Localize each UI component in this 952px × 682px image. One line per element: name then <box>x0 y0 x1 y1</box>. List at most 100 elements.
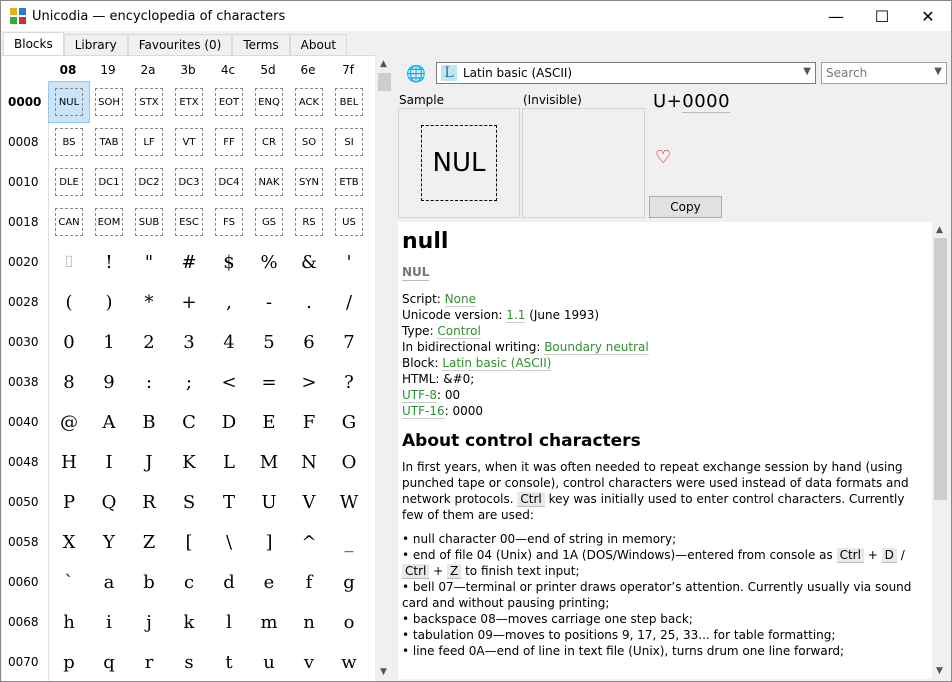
char-cell[interactable]: 2 <box>129 322 169 362</box>
char-cell[interactable]: \ <box>209 522 249 562</box>
char-cell[interactable]: EOT <box>209 82 249 122</box>
char-cell[interactable]: SYN <box>289 162 329 202</box>
char-cell[interactable]: ^ <box>289 522 329 562</box>
char-cell[interactable]: SO <box>289 122 329 162</box>
char-cell[interactable]: 1 <box>89 322 129 362</box>
char-cell[interactable]: . <box>289 282 329 322</box>
block-link[interactable]: Latin basic (ASCII) <box>442 356 552 371</box>
char-cell[interactable]: LF <box>129 122 169 162</box>
char-cell[interactable]: / <box>329 282 369 322</box>
char-cell[interactable]: ' <box>329 242 369 282</box>
char-cell[interactable]: 0 <box>49 322 89 362</box>
char-cell[interactable]: l <box>209 602 249 642</box>
char-cell[interactable]: 9 <box>89 362 129 402</box>
search-combobox[interactable]: Search ▼ <box>821 62 947 84</box>
char-cell[interactable]: FF <box>209 122 249 162</box>
char-cell[interactable]: @ <box>49 402 89 442</box>
tab-blocks[interactable]: Blocks <box>3 32 64 55</box>
char-cell[interactable]: w <box>329 642 369 681</box>
char-cell[interactable]: A <box>89 402 129 442</box>
char-cell[interactable]: W <box>329 482 369 522</box>
char-cell[interactable]: [ <box>169 522 209 562</box>
scroll-thumb[interactable] <box>378 73 391 91</box>
char-cell[interactable]: s <box>169 642 209 681</box>
language-globe-icon[interactable]: 🌐 <box>406 64 426 84</box>
char-cell[interactable]: ETX <box>169 82 209 122</box>
char-cell[interactable]: n <box>289 602 329 642</box>
char-cell[interactable]: D <box>209 402 249 442</box>
search-input[interactable]: Search <box>826 66 867 80</box>
char-cell[interactable]: NAK <box>249 162 289 202</box>
char-cell[interactable]: VT <box>169 122 209 162</box>
char-cell[interactable]: X <box>49 522 89 562</box>
scroll-down-icon[interactable]: ▼ <box>380 667 387 677</box>
char-cell[interactable]: + <box>169 282 209 322</box>
version-link[interactable]: 1.1 <box>506 308 526 323</box>
char-cell[interactable]: DC3 <box>169 162 209 202</box>
char-cell[interactable]: 8 <box>49 362 89 402</box>
char-cell[interactable]: E <box>249 402 289 442</box>
char-cell[interactable]: US <box>329 202 369 242</box>
char-cell[interactable]: 5 <box>249 322 289 362</box>
char-cell[interactable]: EOM <box>89 202 129 242</box>
char-cell[interactable]: > <box>289 362 329 402</box>
char-cell[interactable]: q <box>89 642 129 681</box>
char-cell[interactable]: C <box>169 402 209 442</box>
char-cell[interactable]: K <box>169 442 209 482</box>
block-select[interactable]: L Latin basic (ASCII) ▼ <box>436 62 816 84</box>
char-cell[interactable]: v <box>289 642 329 681</box>
char-cell[interactable]: T <box>209 482 249 522</box>
char-cell[interactable]: RS <box>289 202 329 242</box>
tab-favourites[interactable]: Favourites (0) <box>127 34 233 55</box>
char-cell[interactable]: DC1 <box>89 162 129 202</box>
char-cell[interactable]: 6 <box>289 322 329 362</box>
scroll-up-icon[interactable]: ▲ <box>936 225 943 235</box>
info-scrollbar[interactable]: ▲ ▼ <box>932 222 949 679</box>
maximize-button[interactable]: ☐ <box>859 1 905 31</box>
char-cell[interactable]: NUL <box>48 81 90 123</box>
char-cell[interactable]: j <box>129 602 169 642</box>
char-cell[interactable]: FS <box>209 202 249 242</box>
char-cell[interactable]: N <box>289 442 329 482</box>
char-cell[interactable]: a <box>89 562 129 602</box>
char-cell[interactable]: m <box>249 602 289 642</box>
tab-about[interactable]: About <box>289 34 348 55</box>
char-cell[interactable]: $ <box>209 242 249 282</box>
char-cell[interactable]: p <box>49 642 89 681</box>
char-cell[interactable]: ; <box>169 362 209 402</box>
bidi-link[interactable]: Boundary neutral <box>544 340 649 355</box>
char-cell[interactable]: d <box>209 562 249 602</box>
char-cell[interactable]: ESC <box>169 202 209 242</box>
char-cell[interactable]: STX <box>129 82 169 122</box>
char-cell[interactable]: ETB <box>329 162 369 202</box>
scroll-thumb[interactable] <box>934 238 947 500</box>
char-cell[interactable]: Z <box>129 522 169 562</box>
char-cell[interactable]: : <box>129 362 169 402</box>
char-cell[interactable]: B <box>129 402 169 442</box>
char-cell[interactable]: F <box>289 402 329 442</box>
char-cell[interactable]: SI <box>329 122 369 162</box>
char-cell[interactable]: P <box>49 482 89 522</box>
char-cell[interactable]: BS <box>49 122 89 162</box>
minimize-button[interactable]: — <box>813 1 859 31</box>
chevron-down-icon[interactable]: ▼ <box>803 66 811 77</box>
char-cell[interactable]: S <box>169 482 209 522</box>
char-cell[interactable]: 4 <box>209 322 249 362</box>
char-cell[interactable]: ) <box>89 282 129 322</box>
char-cell[interactable]: i <box>89 602 129 642</box>
char-cell[interactable]: ENQ <box>249 82 289 122</box>
char-cell[interactable]: DC2 <box>129 162 169 202</box>
char-cell[interactable]: J <box>129 442 169 482</box>
char-cell[interactable]: R <box>129 482 169 522</box>
char-cell[interactable]: M <box>249 442 289 482</box>
char-cell[interactable]: SOH <box>89 82 129 122</box>
char-cell[interactable]: " <box>129 242 169 282</box>
char-cell[interactable]: = <box>249 362 289 402</box>
char-cell[interactable]: V <box>289 482 329 522</box>
char-cell[interactable]: & <box>289 242 329 282</box>
char-cell[interactable]: ! <box>89 242 129 282</box>
char-cell[interactable]: L <box>209 442 249 482</box>
char-cell[interactable]: ⌷ <box>49 242 89 282</box>
chevron-down-icon[interactable]: ▼ <box>934 66 942 77</box>
char-cell[interactable]: CR <box>249 122 289 162</box>
